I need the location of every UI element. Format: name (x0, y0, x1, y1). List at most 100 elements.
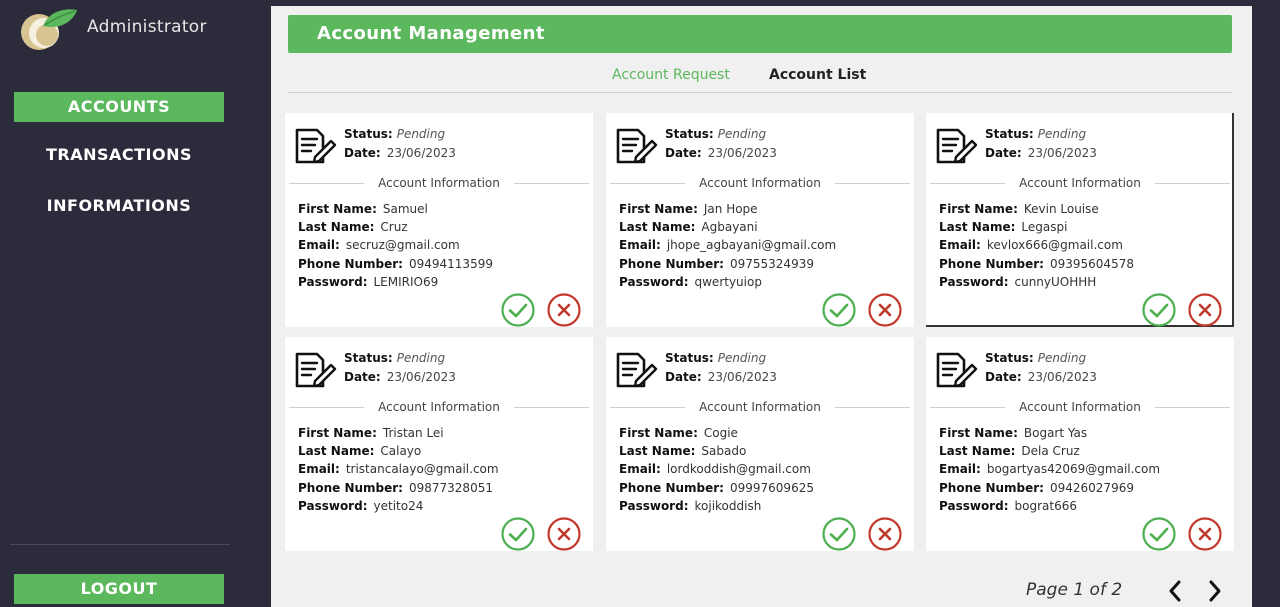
divider-line (1155, 407, 1230, 408)
divider-line (835, 183, 910, 184)
password-value: qwertyuiop (694, 275, 762, 289)
last-name-field: Last Name: Dela Cruz (939, 444, 1080, 458)
password-value: LEMIRIO69 (373, 275, 439, 289)
accept-button[interactable] (1142, 517, 1176, 551)
password-label: Password: (619, 499, 689, 513)
accept-button[interactable] (1142, 293, 1176, 327)
status-line: Status: Pending (344, 351, 445, 365)
reject-button[interactable] (547, 293, 581, 327)
email-value: tristancalayo@gmail.com (345, 462, 499, 476)
chevron-right-icon (1209, 580, 1221, 602)
status-line: Status: Pending (985, 127, 1086, 141)
password-field: Password: qwertyuiop (619, 275, 762, 289)
logout-button[interactable]: LOGOUT (14, 574, 224, 604)
status-line: Status: Pending (665, 351, 766, 365)
page-title: Account Management (317, 23, 545, 44)
main-panel: Account Management Account Request Accou… (271, 6, 1252, 607)
page-indicator: Page 1 of 2 (1026, 580, 1123, 600)
first-name-label: First Name: (298, 202, 377, 216)
prev-page-button[interactable] (1166, 579, 1184, 603)
first-name-label: First Name: (939, 426, 1018, 440)
account-request-card[interactable]: Status: Pending Date: 23/06/2023 Account Inf… (606, 337, 914, 551)
password-field: Password: yetito24 (298, 499, 423, 513)
phone-label: Phone Number: (939, 481, 1044, 495)
date-label: Date: (985, 146, 1022, 160)
date-value: 23/06/2023 (386, 146, 456, 160)
next-page-button[interactable] (1206, 579, 1224, 603)
email-field: Email: kevlox666@gmail.com (939, 238, 1123, 252)
last-name-value: Sabado (701, 444, 747, 458)
date-line: Date: 23/06/2023 (665, 146, 777, 160)
email-value: jhope_agbayani@gmail.com (666, 238, 837, 252)
first-name-label: First Name: (939, 202, 1018, 216)
password-label: Password: (939, 275, 1009, 289)
divider-line (1155, 183, 1230, 184)
reject-button[interactable] (868, 293, 902, 327)
email-label: Email: (619, 462, 661, 476)
status-value: Pending (396, 351, 446, 365)
divider-line (514, 183, 589, 184)
document-edit-icon (614, 127, 658, 165)
admin-title: Administrator (87, 17, 207, 37)
section-divider: Account Information (289, 400, 589, 414)
email-field: Email: jhope_agbayani@gmail.com (619, 238, 836, 252)
nav-informations-button[interactable]: INFORMATIONS (14, 191, 224, 221)
x-circle-icon (868, 293, 902, 331)
email-value: lordkoddish@gmail.com (666, 462, 811, 476)
account-request-card[interactable]: Status: Pending Date: 23/06/2023 Account Inf… (926, 337, 1234, 551)
nav-transactions-button[interactable]: TRANSACTIONS (14, 140, 224, 170)
account-request-card[interactable]: Status: Pending Date: 23/06/2023 Account Inf… (285, 337, 593, 551)
email-field: Email: lordkoddish@gmail.com (619, 462, 811, 476)
x-circle-icon (1188, 293, 1222, 331)
accept-button[interactable] (822, 517, 856, 551)
first-name-field: First Name: Samuel (298, 202, 428, 216)
phone-value: 09877328051 (408, 481, 493, 495)
date-label: Date: (665, 146, 702, 160)
check-circle-icon (1142, 517, 1176, 555)
phone-label: Phone Number: (298, 257, 403, 271)
date-line: Date: 23/06/2023 (985, 146, 1097, 160)
accept-button[interactable] (501, 517, 535, 551)
status-label: Status: (344, 351, 393, 365)
reject-button[interactable] (1188, 293, 1222, 327)
sidebar: Administrator ACCOUNTS TRANSACTIONS INFO… (0, 0, 240, 607)
first-name-value: Bogart Yas (1023, 426, 1088, 440)
tab-divider (288, 92, 1232, 93)
section-divider: Account Information (930, 176, 1230, 190)
reject-button[interactable] (868, 517, 902, 551)
last-name-label: Last Name: (619, 444, 696, 458)
password-value: yetito24 (373, 499, 424, 513)
nav-accounts-button[interactable]: ACCOUNTS (14, 92, 224, 122)
account-request-card[interactable]: Status: Pending Date: 23/06/2023 Account Inf… (926, 113, 1234, 327)
last-name-label: Last Name: (619, 220, 696, 234)
last-name-field: Last Name: Legaspi (939, 220, 1067, 234)
phone-value: 09395604578 (1049, 257, 1134, 271)
phone-value: 09997609625 (729, 481, 814, 495)
account-request-card[interactable]: Status: Pending Date: 23/06/2023 Account Inf… (285, 113, 593, 327)
phone-field: Phone Number: 09426027969 (939, 481, 1134, 495)
reject-button[interactable] (547, 517, 581, 551)
tab-account-request[interactable]: Account Request (612, 67, 730, 83)
section-divider: Account Information (610, 400, 910, 414)
accept-button[interactable] (822, 293, 856, 327)
email-value: bogartyas42069@gmail.com (986, 462, 1161, 476)
email-value: kevlox666@gmail.com (986, 238, 1123, 252)
check-circle-icon (501, 517, 535, 555)
reject-button[interactable] (1188, 517, 1222, 551)
first-name-field: First Name: Cogie (619, 426, 738, 440)
phone-value: 09755324939 (729, 257, 814, 271)
date-line: Date: 23/06/2023 (344, 370, 456, 384)
divider-line (835, 407, 910, 408)
accept-button[interactable] (501, 293, 535, 327)
email-value: secruz@gmail.com (345, 238, 460, 252)
phone-field: Phone Number: 09395604578 (939, 257, 1134, 271)
check-circle-icon (822, 517, 856, 555)
status-value: Pending (1037, 127, 1087, 141)
last-name-field: Last Name: Calayo (298, 444, 421, 458)
tab-account-list[interactable]: Account List (769, 67, 866, 83)
divider-line (514, 407, 589, 408)
last-name-value: Legaspi (1021, 220, 1068, 234)
status-value: Pending (717, 127, 767, 141)
account-request-card[interactable]: Status: Pending Date: 23/06/2023 Account Inf… (606, 113, 914, 327)
date-line: Date: 23/06/2023 (344, 146, 456, 160)
